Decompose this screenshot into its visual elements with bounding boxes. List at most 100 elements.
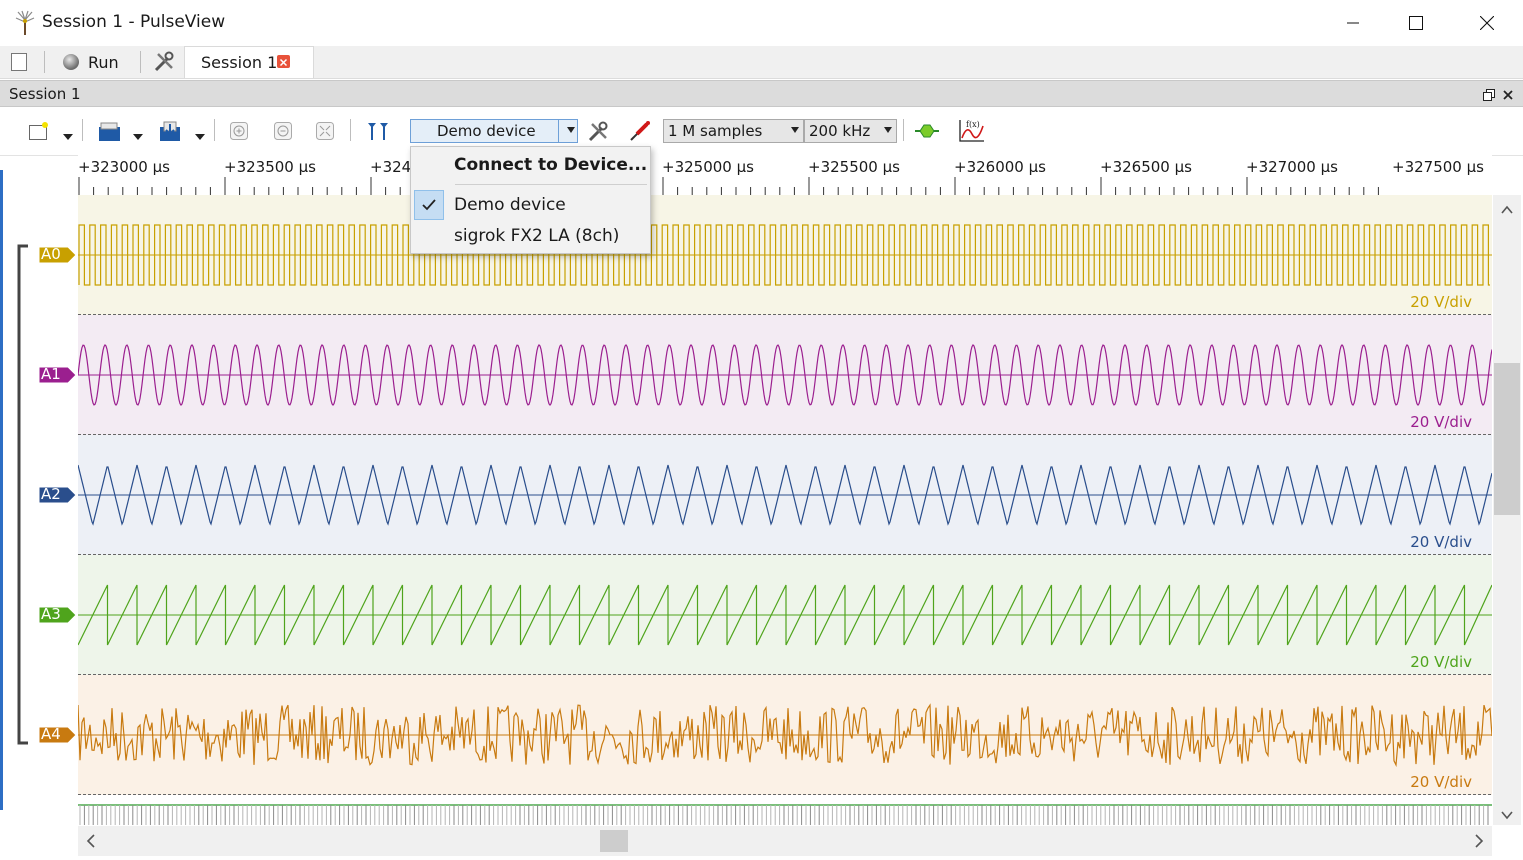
chevron-down-icon (791, 127, 799, 133)
chevron-down-icon (884, 127, 892, 133)
close-icon (1480, 16, 1494, 30)
new-session-button[interactable] (10, 52, 28, 72)
device-dropdown-menu: Connect to Device... Demo device sigrok … (410, 146, 651, 254)
sample-count-select[interactable]: 1 M samples (663, 119, 804, 143)
toolbar-separator (903, 119, 904, 141)
new-view-dropdown[interactable] (62, 127, 74, 145)
save-file-button[interactable] (158, 119, 182, 143)
channel-tag-a0[interactable]: A0 (38, 245, 78, 264)
time-ruler[interactable]: +323000 µs +323500 µs +3240 +325000 µs +3255… (78, 155, 1492, 195)
run-led-icon (63, 54, 79, 70)
tools-icon (588, 121, 608, 142)
run-label: Run (88, 52, 119, 72)
open-dropdown[interactable] (132, 127, 144, 145)
vertical-scrollbar[interactable] (1493, 195, 1521, 825)
scale-label-a3: 20 V/div (1410, 653, 1472, 671)
toolbar-separator (82, 119, 83, 141)
float-dock-button[interactable] (1483, 87, 1495, 101)
logic-lane (78, 795, 1492, 825)
toolbar-separator (350, 119, 351, 141)
ruler-tick-label: +327500 µs (1392, 158, 1484, 176)
channel-name: A1 (41, 365, 61, 383)
chevron-down-icon (567, 127, 575, 133)
add-math-signal-button[interactable]: f(x) (957, 118, 985, 144)
zoom-in-icon (230, 122, 248, 140)
sample-rate-select[interactable]: 200 kHz (804, 119, 897, 143)
minimize-icon (1347, 22, 1359, 24)
ruler-tick-label: +323500 µs (224, 158, 316, 176)
scale-label-a1: 20 V/div (1410, 413, 1472, 431)
channel-tag-a3[interactable]: A3 (38, 605, 78, 624)
open-file-button[interactable] (98, 119, 122, 143)
waveform-canvas: 20 V/div 20 V/div 20 V/div 20 V/div 20 V/div (77, 195, 1493, 825)
channel-name: A3 (41, 605, 61, 623)
run-button[interactable]: Run (62, 50, 119, 74)
save-dropdown[interactable] (194, 127, 206, 145)
vertical-scrollbar-graphics (1494, 205, 1520, 820)
connect-to-device-item[interactable]: Connect to Device... (411, 151, 650, 181)
device-select[interactable]: Demo device (410, 119, 578, 143)
zoom-in-button[interactable] (230, 122, 248, 140)
menu-item-demo-device[interactable]: Demo device (411, 190, 650, 220)
session-dock-header: Session 1 (0, 80, 1523, 107)
math-function-icon: f(x) (959, 120, 984, 142)
toolbar-separator (44, 51, 45, 73)
device-select-arrow[interactable] (558, 120, 579, 142)
close-icon (1503, 90, 1513, 100)
channel-tag-a4[interactable]: A4 (38, 725, 78, 744)
zoom-fit-icon (316, 122, 334, 140)
minimize-button[interactable] (1320, 0, 1386, 46)
close-dock-button[interactable] (1502, 87, 1514, 100)
cursors-icon (368, 123, 388, 140)
new-document-icon (11, 53, 27, 71)
tools-icon (154, 51, 174, 72)
ruler-tick-label: +325000 µs (662, 158, 754, 176)
new-view-icon (29, 122, 48, 140)
save-icon (160, 121, 180, 141)
device-select-value: Demo device (437, 122, 536, 140)
open-folder-icon (99, 122, 120, 141)
channel-tag-a1[interactable]: A1 (38, 365, 78, 384)
new-view-button[interactable] (28, 121, 50, 141)
horizontal-scrollbar[interactable] (78, 826, 1492, 856)
window-title: Session 1 - PulseView (42, 12, 226, 32)
title-bar: Session 1 - PulseView (0, 0, 1523, 46)
maximize-icon (1409, 16, 1423, 30)
tab-session-1[interactable]: Session 1 (184, 46, 314, 78)
toolbar-separator (214, 119, 215, 141)
chevron-down-icon (133, 134, 143, 140)
menu-item-sigrok-fx2[interactable]: sigrok FX2 LA (8ch) (411, 222, 650, 252)
demo-device-label: Demo device (454, 195, 566, 215)
maximize-button[interactable] (1383, 0, 1449, 46)
close-window-button[interactable] (1454, 0, 1520, 46)
zoom-out-button[interactable] (274, 122, 292, 140)
device-config-button[interactable] (586, 120, 610, 144)
show-cursors-button[interactable] (366, 121, 390, 141)
protocol-decoder-icon (915, 124, 939, 138)
add-decoder-button[interactable] (914, 121, 940, 141)
checkbox-box (414, 190, 444, 220)
ruler-tick-label: +326500 µs (1100, 158, 1192, 176)
channel-name: A4 (41, 725, 61, 743)
menu-separator (455, 184, 647, 185)
tab-label: Session 1 (201, 53, 278, 72)
close-tab-button[interactable] (277, 55, 290, 68)
channel-name: A2 (41, 485, 61, 503)
channel-group-bracket[interactable] (14, 240, 34, 750)
checkmark-icon (422, 199, 436, 211)
zoom-fit-button[interactable] (316, 122, 334, 140)
svg-text:f(x): f(x) (966, 120, 980, 129)
settings-tools-button[interactable] (152, 50, 176, 74)
scale-label-a4: 20 V/div (1410, 773, 1472, 791)
probes-button[interactable] (628, 119, 652, 143)
sample-count-value: 1 M samples (668, 122, 763, 140)
ruler-tick-label: +325500 µs (808, 158, 900, 176)
window-edge-strip (0, 170, 3, 810)
channel-tag-a2[interactable]: A2 (38, 485, 78, 504)
trace-view[interactable]: 20 V/div 20 V/div 20 V/div 20 V/div 20 V/div (77, 195, 1493, 825)
sigrok-fx2-label: sigrok FX2 LA (8ch) (454, 226, 620, 246)
main-toolbar: Demo device 1 M samples 200 kHz f(x) (0, 107, 1523, 156)
ruler-tick-label: +326000 µs (954, 158, 1046, 176)
toolbar-separator (140, 51, 141, 73)
connect-to-device-label: Connect to Device... (454, 155, 648, 175)
